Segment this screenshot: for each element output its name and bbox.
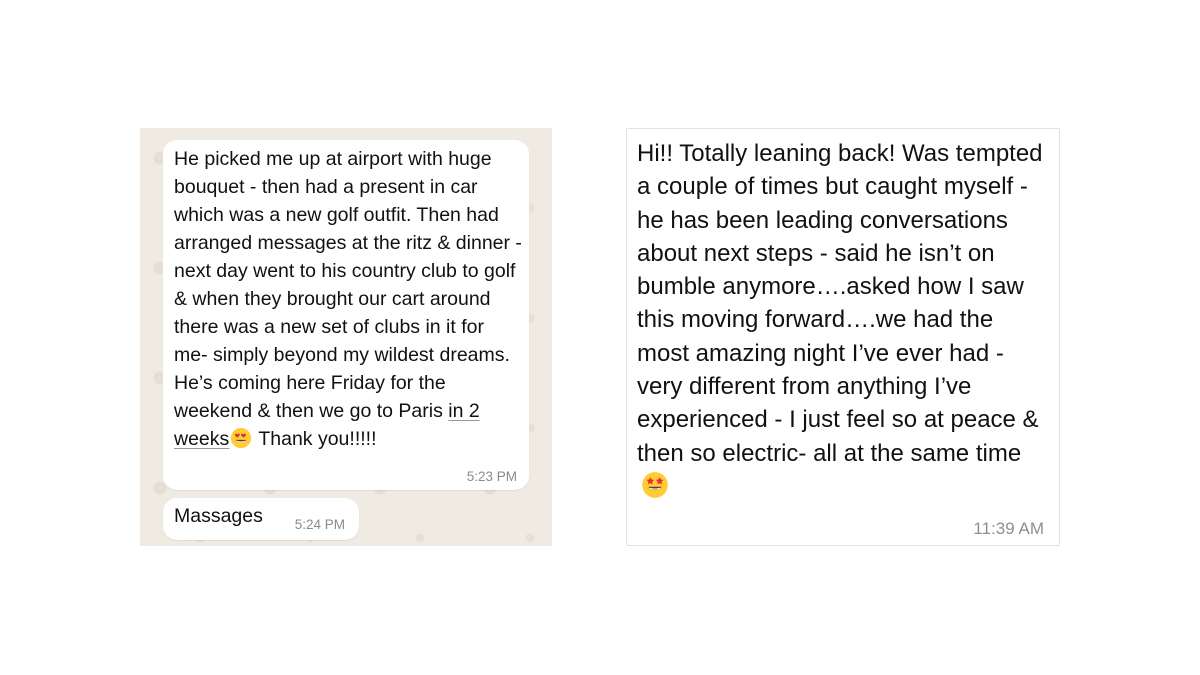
whatsapp-chat-screenshot: He picked me up at airport with huge bou… <box>140 128 552 546</box>
incoming-message-bubble-2: Massages 5:24 PM <box>163 498 359 540</box>
thank-you-text: Thank you!!!!! <box>253 428 377 450</box>
comparison-stage: He picked me up at airport with huge bou… <box>0 0 1200 675</box>
incoming-message-bubble: He picked me up at airport with huge bou… <box>163 140 529 490</box>
message-timestamp-2: 5:24 PM <box>294 517 345 532</box>
message-body: He picked me up at airport with huge bou… <box>174 148 522 422</box>
message-text: Hi!! Totally leaning back! Was tempted a… <box>637 137 1047 503</box>
star-struck-emoji-icon <box>642 472 668 498</box>
heart-eyes-emoji-icon <box>231 427 252 449</box>
imessage-chat-screenshot: Hi!! Totally leaning back! Was tempted a… <box>626 128 1060 546</box>
message-timestamp: 11:39 AM <box>973 519 1044 538</box>
message-body: Hi!! Totally leaning back! Was tempted a… <box>637 140 1043 467</box>
message-timestamp: 5:23 PM <box>466 469 517 484</box>
message-text: He picked me up at airport with huge bou… <box>174 145 522 453</box>
message-text-2: Massages <box>174 505 263 527</box>
